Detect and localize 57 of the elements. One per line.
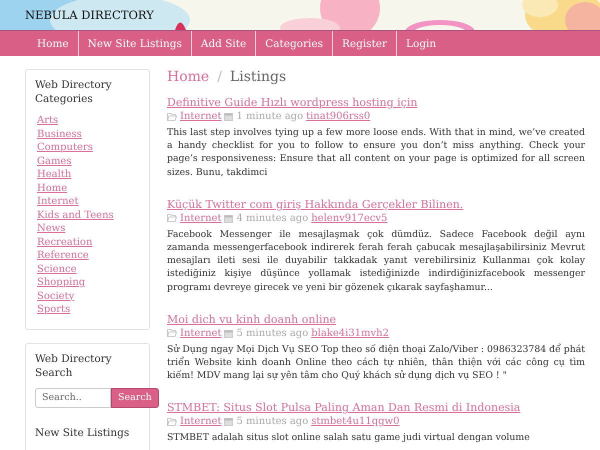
category-link[interactable]: Games [37,154,140,168]
category-link[interactable]: News [37,222,140,236]
category-link[interactable]: Kids and Teens [37,208,140,222]
time-ago: 5 minutes ago [236,415,308,428]
category-link[interactable]: Society [37,290,140,303]
category-link[interactable]: Shopping [37,276,140,290]
card-title: New Site Listings [35,426,130,440]
nav-link[interactable]: Register [332,31,396,56]
category-link[interactable]: Computers [37,141,140,154]
card-title: Web Directory Categories [35,78,113,106]
listing-description: This last step involves tying up a few more loose ends. With that in mind, we’ve created a handy checklist for you to follow to ensure you don’t miss anything. Check your page’s responsiveness: Ensure that all content on your page is optimized for all screen sizes. Bunu, takdimci [167,126,585,179]
folder-icon [167,214,177,222]
folder-icon [167,418,177,426]
category-link[interactable]: Reference [37,249,140,262]
user-link[interactable]: blake4i31mvh2 [311,326,389,340]
category-link[interactable]: Internet [37,195,140,208]
nav-link[interactable]: Add Site [190,31,256,56]
category-link[interactable]: Arts [37,114,140,128]
time-ago: 5 minutes ago [236,326,308,340]
category-link[interactable]: Recreation [37,236,140,249]
nav-link[interactable]: New Site Listings [78,31,191,56]
calendar-icon [224,112,234,121]
category-link[interactable]: Internet [180,415,222,428]
user-link[interactable]: stmbet4u11qgw0 [311,415,400,428]
category-link[interactable]: Science [37,262,140,276]
time-ago: 4 minutes ago [236,212,308,225]
calendar-icon [224,417,234,426]
folder-icon [167,112,177,120]
breadcrumb-current: Listings [230,69,286,85]
calendar-icon [224,214,234,223]
nav-link[interactable]: Login [396,31,446,56]
category-link[interactable]: Internet [180,212,222,225]
time-ago: 1 minute ago [236,110,304,123]
breadcrumb-separator: / [217,69,222,85]
user-link[interactable]: helenv917ecv5 [311,212,388,225]
listing-title-link[interactable]: STMBET: Situs Slot Pulsa Paling Aman Dan Resmi di Indonesia [167,401,520,416]
category-link[interactable]: Internet [180,110,222,123]
category-link[interactable]: Business [37,128,140,141]
category-link[interactable]: Home [37,182,140,195]
breadcrumb-link[interactable]: Home [167,69,210,85]
folder-icon [167,329,177,338]
listing-description: Facebook Messenger ile mesajlaşmak çok dümdüz. Sadece Facebook değil aynı zamanda messengerfacebook indirerek ferah ferah çabucak mesajlaşabilirsiniz Mevrut mesajları ileti sesi ile duyabilir takkadak yanıt verebilirsiniz Kullanmaı çok kolay istediğiniz kişiye düşünce yollamak istediğinizde indirdiğinizfacebook messenger programı devreye girecek ve yeni bir gözenek çıkarak sayfaşhamur... [167,228,585,294]
category-link[interactable]: Sports [37,303,140,316]
nav-link[interactable]: Categories [255,31,332,56]
listing-title-link[interactable]: Küçük Twitter com giriş Hakkında Gerçekler Bilinen. [167,198,464,212]
listing-description: Sử Dụng ngay Mọi Dịch Vụ SEO Top theo số điện thoại Zalo/Viber : 0986323784 để phát triển Website kinh doanh Online theo cách tự nhiên, thân thiện với các công cụ tìm kiếm! MDV mang lại sự yên tâm cho Quý khách sử dụng dịch vụ SEO ! " [167,342,585,382]
card-title: Web Directory Search [35,352,113,380]
category-link[interactable]: Health [37,168,140,182]
user-link[interactable]: tinat906rss0 [306,110,370,123]
calendar-icon [224,328,234,338]
search-button[interactable]: Search [111,388,159,408]
listing-description: STMBET adalah situs slot online salah satu game judi virtual dengan volume [167,431,531,445]
listing-title-link[interactable]: Moi dich vu kinh doanh online [167,312,336,327]
category-link[interactable]: Internet [180,326,222,340]
nav-link[interactable]: Home [28,31,78,56]
listing-title-link[interactable]: Definitive Guide Hızlı wordpress hosting için [167,96,418,110]
search-field[interactable]: Search.. [35,388,111,408]
